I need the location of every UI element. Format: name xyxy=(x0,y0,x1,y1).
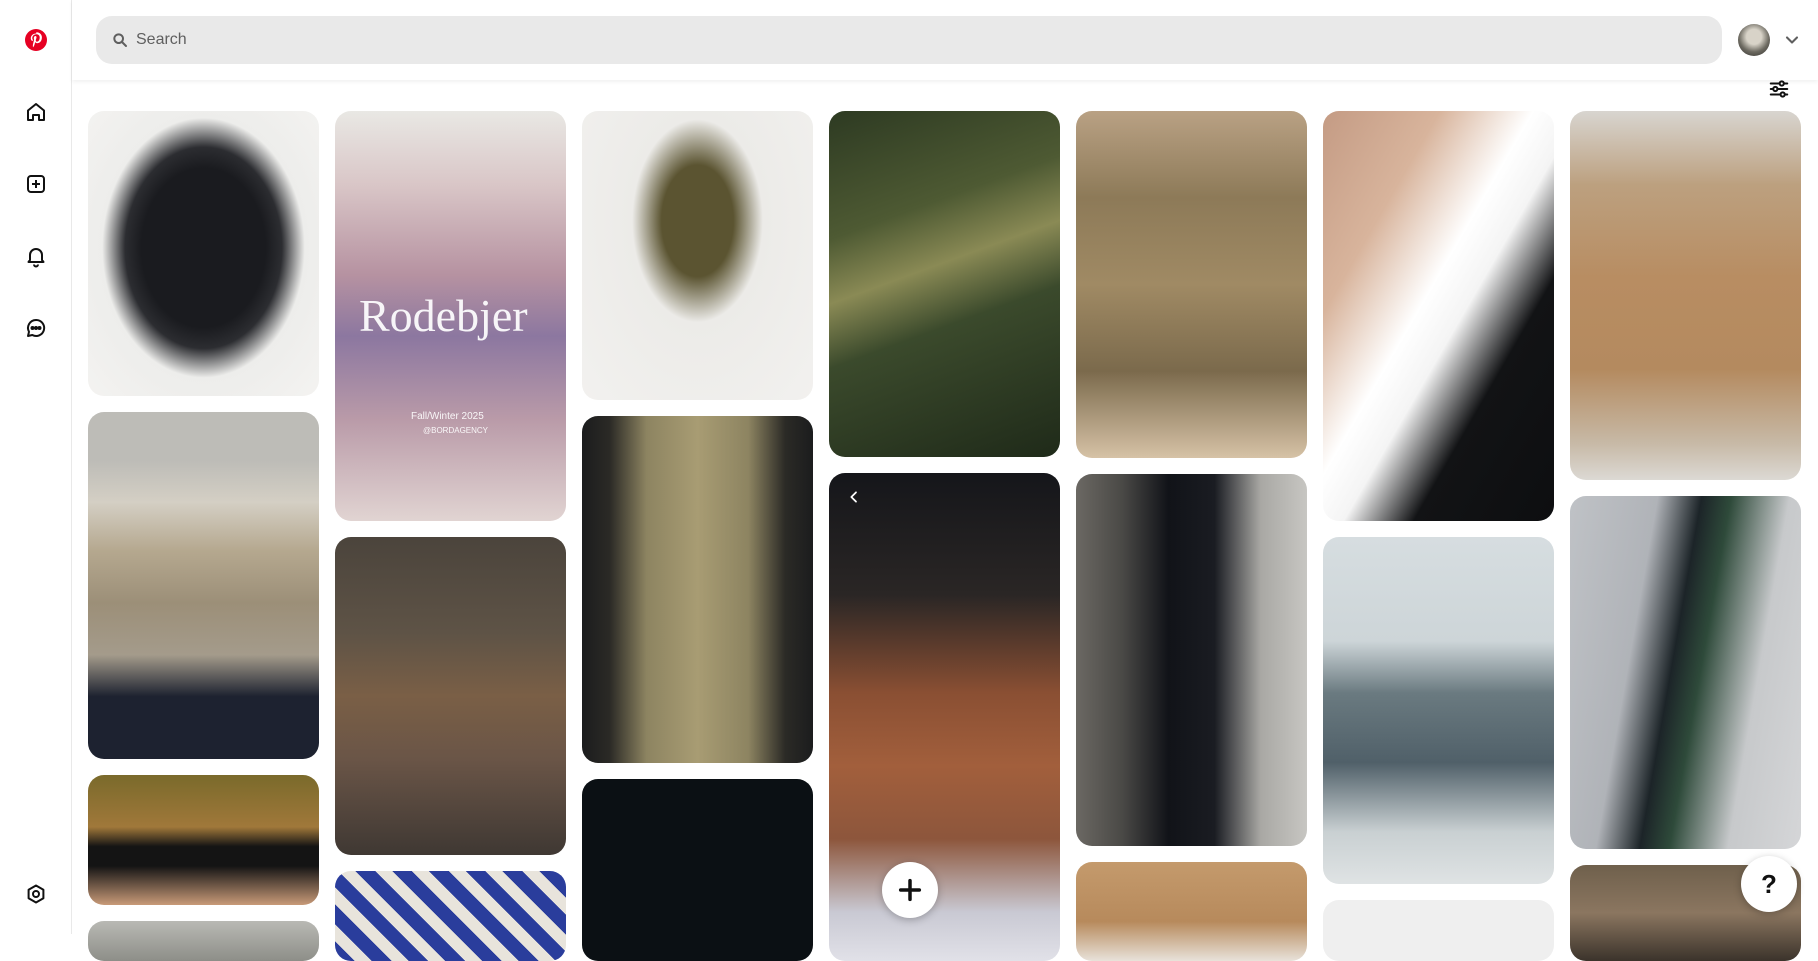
pin-overlay-subtitle: Fall/Winter 2025 xyxy=(411,411,484,422)
pin-plaid-wide-trousers[interactable] xyxy=(1570,111,1801,480)
chevron-down-icon[interactable] xyxy=(1782,30,1802,50)
pin-black-quilted-jacket[interactable] xyxy=(88,111,319,396)
pin-camel-coat-detail[interactable] xyxy=(1076,862,1307,961)
pinterest-logo-icon[interactable] xyxy=(12,16,60,64)
pin-brown-plaid-suit[interactable] xyxy=(335,537,566,855)
pin-grey-printed-fabric[interactable] xyxy=(88,921,319,961)
pin-floral-embroidered-sleeve[interactable] xyxy=(1570,496,1801,849)
bell-icon[interactable] xyxy=(12,232,60,280)
pin-forest-branches[interactable] xyxy=(829,111,1060,457)
plus-square-icon[interactable] xyxy=(12,160,60,208)
help-button[interactable]: ? xyxy=(1741,856,1797,912)
pin-brown-plaid-runway[interactable] xyxy=(829,473,1060,961)
add-button[interactable] xyxy=(882,862,938,918)
sidebar xyxy=(0,0,72,934)
search-input[interactable] xyxy=(136,31,1636,49)
avatar[interactable] xyxy=(1738,24,1770,56)
plus-icon xyxy=(898,878,922,902)
pin-olive-cape-coat[interactable] xyxy=(582,111,813,400)
top-bar xyxy=(72,0,1818,80)
search-icon xyxy=(113,33,127,47)
pin-white-shirt-bird-brooches[interactable] xyxy=(1323,111,1554,521)
gear-icon[interactable] xyxy=(12,870,60,918)
pin-blue-floral-print[interactable] xyxy=(335,871,566,961)
pin-overlay-credit: @BORDAGENCY xyxy=(423,426,489,435)
chat-icon[interactable] xyxy=(12,304,60,352)
pin-plaid-blazer-embroidery[interactable] xyxy=(1076,111,1307,458)
home-icon[interactable] xyxy=(12,88,60,136)
pin-dragon-embroidered-coat[interactable] xyxy=(1076,474,1307,846)
pin-overlay-title: Rodebjer xyxy=(359,290,528,341)
sliders-icon[interactable] xyxy=(1764,74,1794,104)
pin-houndstooth-jacket[interactable] xyxy=(88,412,319,759)
chevron-left-icon[interactable] xyxy=(842,485,866,509)
pin-floral-maxi-dress[interactable]: Rodebjer Fall/Winter 2025 @BORDAGENCY xyxy=(335,111,566,521)
pin-houndstooth-cape-dress[interactable] xyxy=(582,416,813,763)
search-bar[interactable] xyxy=(96,16,1722,64)
pin-black-off-shoulder-top[interactable] xyxy=(88,775,319,905)
pin-grey-check-suit[interactable] xyxy=(1323,537,1554,884)
pin-loading[interactable] xyxy=(1323,900,1554,961)
